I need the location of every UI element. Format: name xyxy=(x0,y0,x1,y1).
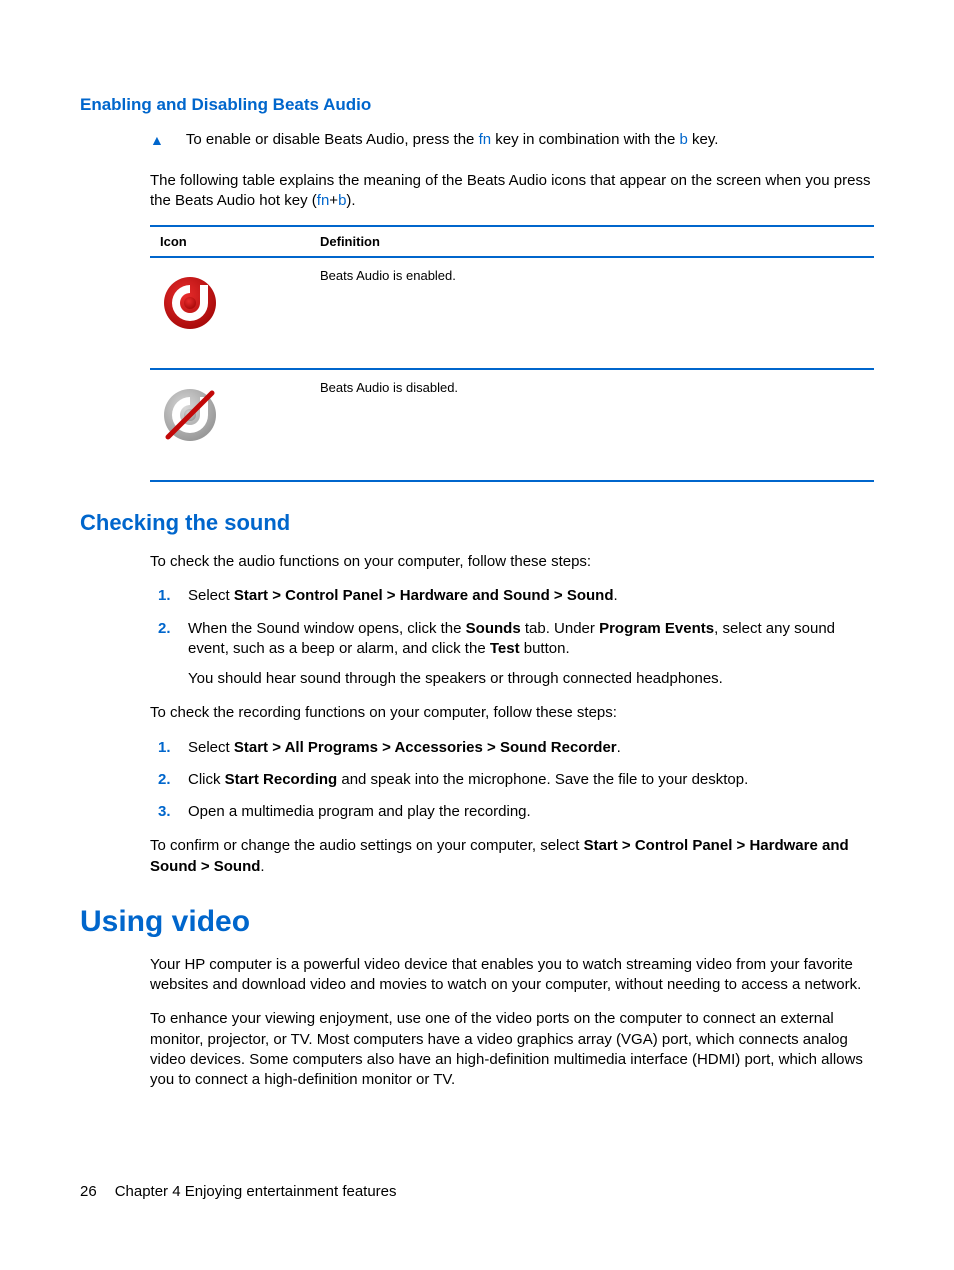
text: To enable or disable Beats Audio, press … xyxy=(186,131,479,148)
page-footer: 26 Chapter 4 Enjoying entertainment featu… xyxy=(80,1183,397,1200)
beats-disabled-icon xyxy=(160,385,220,445)
col-icon: Icon xyxy=(150,226,310,257)
sounds-tab-bold: Sounds xyxy=(466,620,521,637)
fn-key: fn xyxy=(317,192,330,209)
list-item: Open a multimedia program and play the r… xyxy=(188,802,874,822)
col-definition: Definition xyxy=(310,226,874,257)
list-item: When the Sound window opens, click the S… xyxy=(188,619,874,690)
instruction-text: To enable or disable Beats Audio, press … xyxy=(186,131,719,148)
video-para1: Your HP computer is a powerful video dev… xyxy=(150,955,874,996)
text: and speak into the microphone. Save the … xyxy=(337,771,748,788)
text: + xyxy=(329,192,338,209)
audio-steps: Select Start > Control Panel > Hardware … xyxy=(80,586,874,689)
text: key in combination with the xyxy=(491,131,679,148)
text: Select xyxy=(188,587,234,604)
fn-key: fn xyxy=(479,131,492,148)
table-row: Beats Audio is enabled. xyxy=(150,257,874,369)
b-key: b xyxy=(680,131,688,148)
text: . xyxy=(260,858,264,875)
table-intro: The following table explains the meaning… xyxy=(150,171,874,212)
text: button. xyxy=(520,640,570,657)
program-events-bold: Program Events xyxy=(599,620,714,637)
start-recording-bold: Start Recording xyxy=(225,771,338,788)
path-bold: Start > Control Panel > Hardware and Sou… xyxy=(234,587,614,604)
chapter-label: Chapter 4 Enjoying entertainment feature… xyxy=(115,1183,397,1200)
text: To confirm or change the audio settings … xyxy=(150,837,584,854)
text: Click xyxy=(188,771,225,788)
triangle-icon: ▲ xyxy=(150,131,164,151)
text: When the Sound window opens, click the xyxy=(188,620,466,637)
page-number: 26 xyxy=(80,1183,97,1200)
check-audio-intro: To check the audio functions on your com… xyxy=(150,552,874,572)
heading-using-video: Using video xyxy=(80,905,874,939)
beats-enabled-icon xyxy=(160,273,220,333)
text: . xyxy=(617,739,621,756)
text: . xyxy=(614,587,618,604)
heading-enabling-beats: Enabling and Disabling Beats Audio xyxy=(80,95,874,115)
text: The following table explains the meaning… xyxy=(150,172,870,209)
text: key. xyxy=(688,131,719,148)
list-item: Select Start > All Programs > Accessorie… xyxy=(188,738,874,758)
video-para2: To enhance your viewing enjoyment, use o… xyxy=(150,1009,874,1090)
check-recording-intro: To check the recording functions on your… xyxy=(150,703,874,723)
instruction-row: ▲ To enable or disable Beats Audio, pres… xyxy=(150,131,874,151)
confirm-settings: To confirm or change the audio settings … xyxy=(150,836,874,877)
path-bold: Start > All Programs > Accessories > Sou… xyxy=(234,739,617,756)
list-item: Select Start > Control Panel > Hardware … xyxy=(188,586,874,606)
icon-definition-table: Icon Definition xyxy=(150,225,874,482)
test-bold: Test xyxy=(490,640,520,657)
text: Select xyxy=(188,739,234,756)
heading-checking-sound: Checking the sound xyxy=(80,510,874,536)
text: tab. Under xyxy=(521,620,599,637)
def-disabled: Beats Audio is disabled. xyxy=(310,369,874,481)
table-row: Beats Audio is disabled. xyxy=(150,369,874,481)
recording-steps: Select Start > All Programs > Accessorie… xyxy=(80,738,874,823)
list-item: Click Start Recording and speak into the… xyxy=(188,770,874,790)
step2-sub: You should hear sound through the speake… xyxy=(188,669,874,689)
def-enabled: Beats Audio is enabled. xyxy=(310,257,874,369)
text: ). xyxy=(346,192,355,209)
